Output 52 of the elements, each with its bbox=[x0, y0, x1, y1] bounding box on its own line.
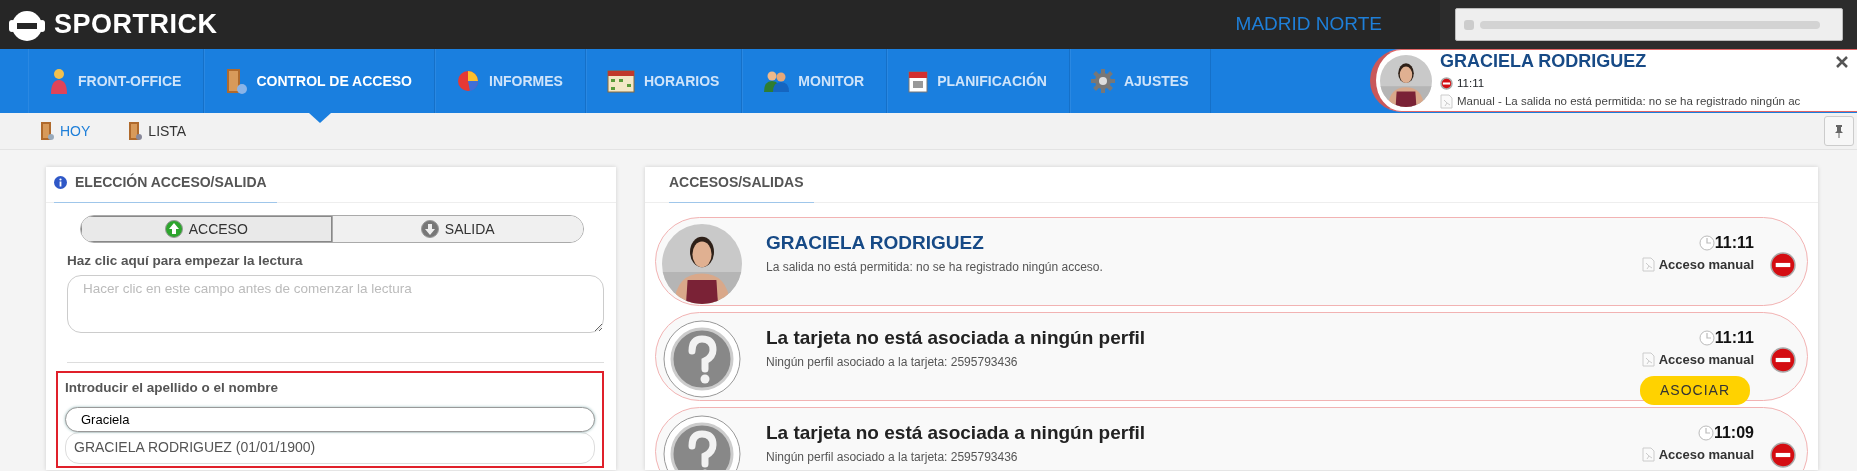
pin-icon bbox=[1834, 124, 1844, 138]
name-search-field[interactable]: Graciela bbox=[65, 406, 595, 432]
notification-time: 11:11 bbox=[1457, 76, 1485, 92]
entry-title: La tarjeta no está asociada a ningún perfil bbox=[766, 327, 1147, 349]
stop-icon bbox=[1770, 252, 1796, 278]
document-icon bbox=[1641, 352, 1655, 368]
entry-title: GRACIELA RODRIGUEZ bbox=[766, 232, 985, 254]
pie-chart-icon bbox=[456, 69, 480, 93]
logo-text: SPORTRICK bbox=[54, 8, 218, 42]
gear-icon bbox=[1090, 69, 1115, 93]
access-mode: Acceso manual bbox=[1658, 351, 1754, 369]
door-icon bbox=[225, 67, 248, 95]
access-mode: Acceso manual bbox=[1658, 446, 1754, 464]
entry-time: 11:09 bbox=[1713, 423, 1754, 443]
notification-message: Manual - La salida no está permitida: no se ha registrado ningún ac bbox=[1457, 93, 1801, 109]
people-icon bbox=[763, 70, 790, 92]
notification-name: GRACIELA RODRIGUEZ bbox=[1440, 51, 1647, 72]
person-icon bbox=[49, 68, 69, 94]
field-label: Introducir el apellido o el nombre bbox=[65, 379, 280, 398]
entry-detail: La salida no está permitida: no se ha registrado ningún acceso. bbox=[766, 259, 1104, 276]
access-mode: Acceso manual bbox=[1658, 256, 1754, 274]
panel-title: ACCESOS/SALIDAS bbox=[669, 172, 814, 203]
entry-detail: Ningún perfil asociado a la tarjeta: 2595793436 bbox=[766, 449, 1019, 466]
site-name: MADRID NORTE bbox=[1235, 12, 1382, 37]
subnav-tab[interactable]: LISTA bbox=[128, 120, 187, 142]
close-icon bbox=[1836, 56, 1848, 68]
entry-time: 11:11 bbox=[1714, 328, 1754, 348]
toggle-button[interactable]: ACCESO bbox=[81, 216, 332, 242]
reading-field[interactable]: Hacer clic en este campo antes de comenzar la lectura bbox=[67, 275, 604, 334]
door-icon bbox=[128, 121, 143, 141]
door-icon bbox=[40, 121, 54, 141]
panel-title: ELECCIÓN ACCESO/SALIDA bbox=[75, 172, 267, 192]
clock-icon bbox=[1698, 330, 1715, 346]
calendar-icon bbox=[908, 69, 929, 93]
document-icon bbox=[1641, 257, 1655, 273]
stop-icon bbox=[1770, 347, 1796, 373]
info-icon bbox=[54, 176, 67, 189]
subnav-tab[interactable]: HOY bbox=[40, 120, 91, 142]
calendar-grid-icon bbox=[606, 69, 635, 93]
entry-detail: Ningún perfil asociado a la tarjeta: 2595793436 bbox=[766, 354, 1019, 371]
clock-icon bbox=[1697, 425, 1714, 441]
document-icon bbox=[1641, 447, 1655, 463]
pin-button[interactable] bbox=[1824, 116, 1854, 146]
field-label: Haz clic aquí para empezar la lectura bbox=[67, 252, 304, 270]
clock-icon bbox=[1698, 235, 1715, 251]
entry-title: La tarjeta no está asociada a ningún perfil bbox=[766, 422, 1147, 444]
document-icon bbox=[1440, 93, 1453, 109]
toggle-button[interactable]: SALIDA bbox=[331, 216, 583, 242]
stop-icon bbox=[1440, 77, 1453, 91]
associate-button[interactable]: ASOCIAR bbox=[1640, 375, 1750, 405]
suggestion-item[interactable]: GRACIELA RODRIGUEZ (01/01/1900) bbox=[65, 431, 595, 464]
entry-time: 11:11 bbox=[1714, 233, 1754, 253]
